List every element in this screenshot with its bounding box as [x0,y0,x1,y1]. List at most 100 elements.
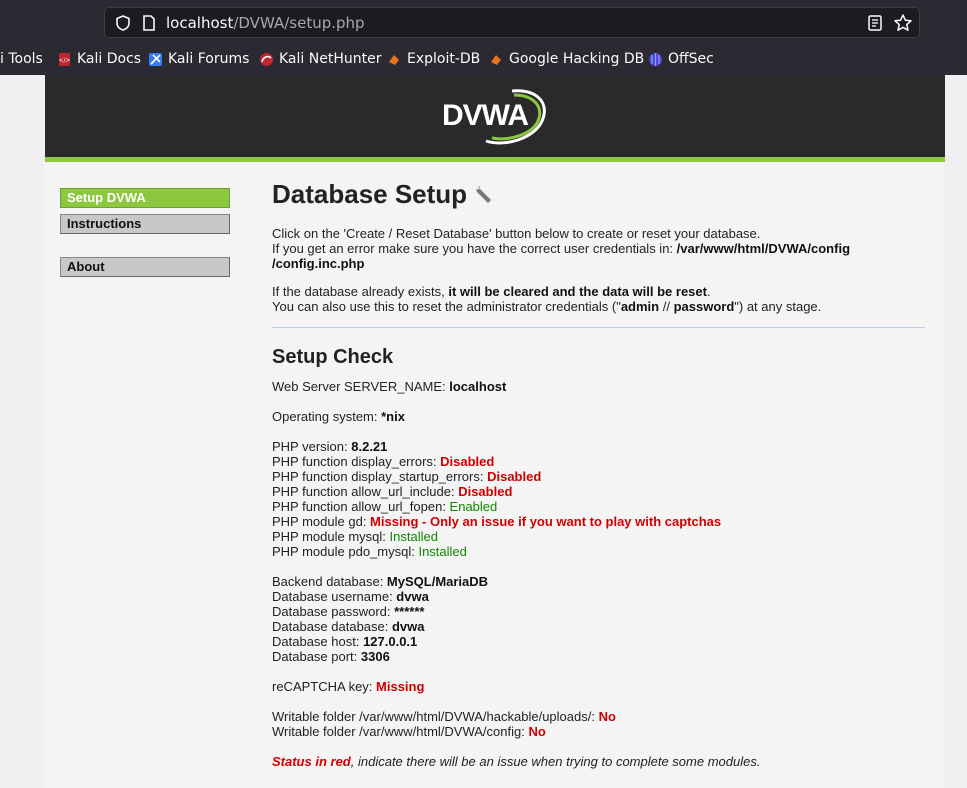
site-header: DVWA [45,75,945,162]
sidebar-menu: Setup DVWA Instructions About [60,188,230,283]
exists-text-1: If the database already exists, [272,284,449,299]
display-errors-label: PHP function display_errors: [272,454,441,469]
bookmark-label: Google Hacking DB [509,51,645,67]
kali-nethunter-icon [260,52,273,66]
url-text[interactable]: localhost/DVWA/setup.php [166,14,365,32]
dvwa-logo: DVWA [442,89,546,145]
reset-text-1: You can also use this to reset the admin… [272,299,621,314]
bookmark-label: Kali Forums [168,51,250,67]
exploit-db-icon [389,54,399,65]
status-note: Status in red, indicate there will be an… [272,754,925,769]
intro-line-1: Click on the 'Create / Reset Database' b… [272,226,761,241]
allow-url-include-line: PHP function allow_url_include: Disabled [272,484,925,499]
page-info-icon[interactable] [140,14,158,32]
db-pass-label: Database password: [272,604,395,619]
bookmark-label: Kali NetHunter [279,51,382,67]
reset-text-2: ") at any stage. [734,299,822,314]
intro-line-2: If you get an error make sure you have t… [272,241,925,256]
mysql-line: PHP module mysql: Installed [272,529,925,544]
db-port-line: Database port: 3306 [272,649,925,664]
db-user-line: Database username: dvwa [272,589,925,604]
menu-item-setup-dvwa[interactable]: Setup DVWA [60,188,230,208]
intro-line-3: /config.inc.php [272,256,925,271]
db-port-label: Database port: [272,649,361,664]
bookmark-star-icon[interactable] [893,13,913,33]
server-name-line: Web Server SERVER_NAME: localhost [272,379,925,394]
uploads-folder-line: Writable folder /var/www/html/DVWA/hacka… [272,709,925,724]
display-errors-line: PHP function display_errors: Disabled [272,454,925,469]
url-path: /DVWA/setup.php [233,14,365,32]
exists-line: If the database already exists, it will … [272,284,925,299]
display-startup-errors-line: PHP function display_startup_errors: Dis… [272,469,925,484]
shield-icon[interactable] [114,14,132,32]
bookmark-kali-tools[interactable]: i Tools [0,49,43,69]
exists-bold: it will be cleared and the data will be … [448,284,707,299]
menu-item-about[interactable]: About [60,257,230,277]
bookmark-offsec[interactable]: OffSec [648,49,714,69]
display-startup-errors-label: PHP function display_startup_errors: [272,469,488,484]
bookmark-google-hacking-db[interactable]: Google Hacking DB [489,49,644,69]
bookmark-label: i Tools [0,51,43,67]
backend-line: Backend database: MySQL/MariaDB [272,574,925,589]
os-value: *nix [381,409,405,424]
bookmark-kali-docs[interactable]: </> Kali Docs [57,49,141,69]
offsec-icon [649,52,662,66]
pdo-mysql-label: PHP module pdo_mysql: [272,544,419,559]
db-user-value: dvwa [396,589,429,604]
php-version-value: 8.2.21 [351,439,388,454]
bookmark-label: Exploit-DB [407,51,481,67]
php-version-line: PHP version: 8.2.21 [272,439,925,454]
bookmark-label: Kali Docs [77,51,142,67]
pdo-mysql-status: Installed [418,544,467,559]
bookmarks-toolbar: i Tools </> Kali Docs Kali Forums Kali N… [0,45,967,73]
db-pass-value: ****** [394,604,425,619]
server-name-label: Web Server SERVER_NAME: [272,379,450,394]
status-note-red: Status in red [272,754,351,769]
db-name-line: Database database: dvwa [272,619,925,634]
recaptcha-status: Missing [376,679,425,694]
reset-user: admin [620,299,660,314]
allow-url-include-status: Disabled [458,484,513,499]
browser-chrome: localhost/DVWA/setup.php i Tools </> Kal… [0,0,967,75]
reset-line: You can also use this to reset the admin… [272,299,925,314]
db-name-value: dvwa [391,619,425,634]
uploads-folder-status: No [598,709,616,724]
ghdb-icon [491,54,501,65]
db-host-label: Database host: [272,634,364,649]
reset-pass: password [673,299,735,314]
main-content: Database Setup Click on the 'Create / Re… [272,179,925,769]
menu-gap [60,240,230,257]
menu-item-instructions[interactable]: Instructions [60,214,230,234]
logo-text: DVWA [442,99,528,132]
bookmark-kali-nethunter[interactable]: Kali NetHunter [259,49,381,69]
db-port-value: 3306 [360,649,390,664]
exists-text-2: . [706,284,711,299]
db-pass-line: Database password: ****** [272,604,925,619]
wrench-icon [475,185,492,203]
address-bar[interactable]: localhost/DVWA/setup.php [104,7,920,38]
allow-url-fopen-label: PHP function allow_url_fopen: [272,499,450,514]
page: DVWA Setup DVWA Instructions About Datab… [45,75,945,788]
backend-label: Backend database: [272,574,387,589]
status-note-rest: , indicate there will be an issue when t… [350,754,761,769]
gd-line: PHP module gd: Missing - Only an issue i… [272,514,925,529]
config-folder-status: No [528,724,546,739]
bookmark-kali-forums[interactable]: Kali Forums [148,49,249,69]
mysql-label: PHP module mysql: [272,529,390,544]
reader-view-icon[interactable] [866,14,884,32]
page-title-text: Database Setup [272,179,468,209]
gd-label: PHP module gd: [272,514,371,529]
intro-line-2-text: If you get an error make sure you have t… [272,241,677,256]
db-name-label: Database database: [272,619,392,634]
kali-docs-icon: </> [58,52,71,66]
allow-url-fopen-line: PHP function allow_url_fopen: Enabled [272,499,925,514]
bookmark-exploit-db[interactable]: Exploit-DB [387,49,480,69]
display-startup-errors-status: Disabled [487,469,542,484]
config-folder-label: Writable folder /var/www/html/DVWA/confi… [272,724,529,739]
recaptcha-label: reCAPTCHA key: [272,679,377,694]
mysql-status: Installed [389,529,438,544]
uploads-folder-label: Writable folder /var/www/html/DVWA/hacka… [272,709,599,724]
recaptcha-line: reCAPTCHA key: Missing [272,679,925,694]
svg-text:</>: </> [58,57,70,64]
allow-url-fopen-status: Enabled [449,499,498,514]
